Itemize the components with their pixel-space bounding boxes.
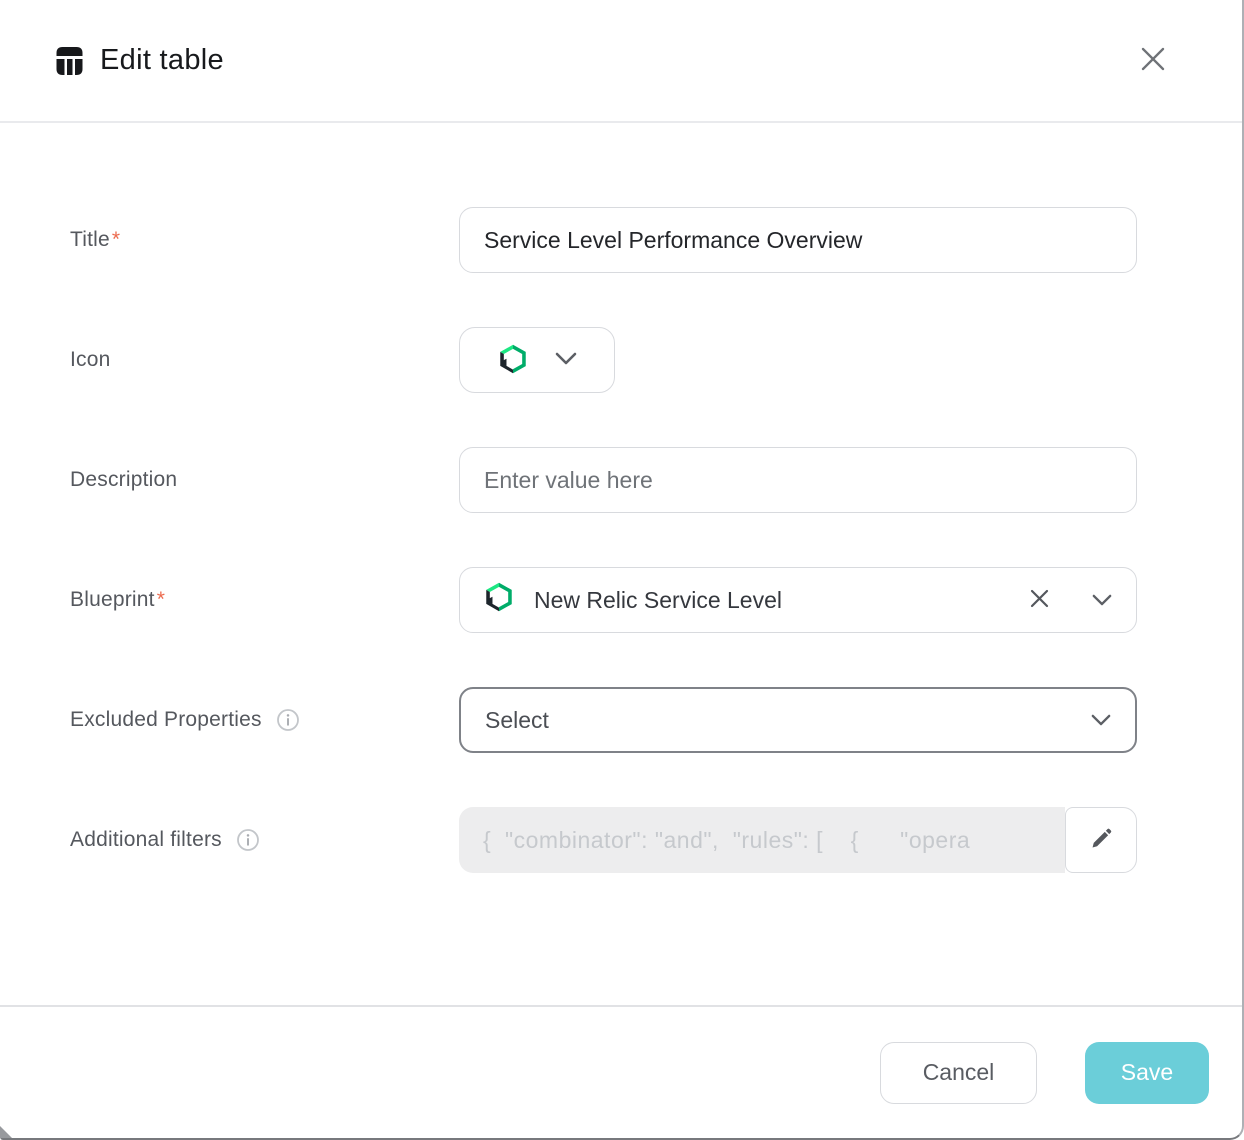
x-clear-icon (1029, 588, 1050, 612)
modal-title: Edit table (100, 44, 224, 77)
additional-filters-row: Additional filters { "combinator": "and"… (70, 807, 1242, 873)
modal-header: Edit table (0, 0, 1242, 123)
newrelic-logo-icon (484, 581, 514, 619)
close-icon (1140, 46, 1166, 75)
info-icon (236, 828, 260, 852)
pencil-icon (1088, 826, 1114, 855)
description-label: Description (70, 468, 177, 492)
description-input[interactable] (459, 447, 1137, 513)
blueprint-select[interactable]: New Relic Service Level (459, 567, 1137, 633)
clear-blueprint-button[interactable] (1027, 586, 1052, 614)
description-row: Description (70, 447, 1242, 513)
chevron-down-icon (1092, 594, 1112, 606)
newrelic-logo-icon (498, 343, 528, 378)
chevron-down-icon (555, 352, 577, 368)
title-label-cell: Title * (70, 228, 459, 252)
icon-label: Icon (70, 348, 111, 372)
table-icon (54, 45, 85, 77)
icon-dropdown[interactable] (459, 327, 615, 393)
additional-filters-value: { "combinator": "and", "rules": [ { "ope… (459, 807, 1065, 873)
info-icon (276, 708, 300, 732)
additional-filters-label: Additional filters (70, 828, 222, 852)
title-label: Title (70, 228, 110, 252)
blueprint-value: New Relic Service Level (534, 587, 782, 614)
required-asterisk: * (112, 228, 120, 252)
resize-handle[interactable] (0, 1126, 12, 1138)
icon-row: Icon (70, 327, 1242, 393)
cancel-button[interactable]: Cancel (880, 1042, 1037, 1104)
excluded-properties-row: Excluded Properties Select (70, 687, 1242, 753)
excluded-properties-label-cell: Excluded Properties (70, 708, 459, 732)
modal-body: Title * Icon (0, 123, 1242, 1005)
excluded-properties-placeholder: Select (485, 707, 549, 734)
excluded-properties-label: Excluded Properties (70, 708, 262, 732)
icon-label-cell: Icon (70, 348, 459, 372)
blueprint-label-cell: Blueprint * (70, 588, 459, 612)
title-row: Title * (70, 207, 1242, 273)
blueprint-row: Blueprint * New Relic Service Level (70, 567, 1242, 633)
excluded-properties-select[interactable]: Select (459, 687, 1137, 753)
modal-footer: Cancel Save (0, 1005, 1242, 1138)
close-button[interactable] (1136, 42, 1170, 79)
edit-filters-button[interactable] (1065, 807, 1137, 873)
required-asterisk: * (157, 588, 165, 612)
blueprint-label: Blueprint (70, 588, 155, 612)
description-label-cell: Description (70, 468, 459, 492)
additional-filters-label-cell: Additional filters (70, 828, 459, 852)
title-input[interactable] (459, 207, 1137, 273)
chevron-down-icon (1091, 714, 1111, 726)
edit-table-modal: Edit table Title * Icon (0, 0, 1244, 1140)
save-button[interactable]: Save (1085, 1042, 1209, 1104)
additional-filters-field: { "combinator": "and", "rules": [ { "ope… (459, 807, 1137, 873)
